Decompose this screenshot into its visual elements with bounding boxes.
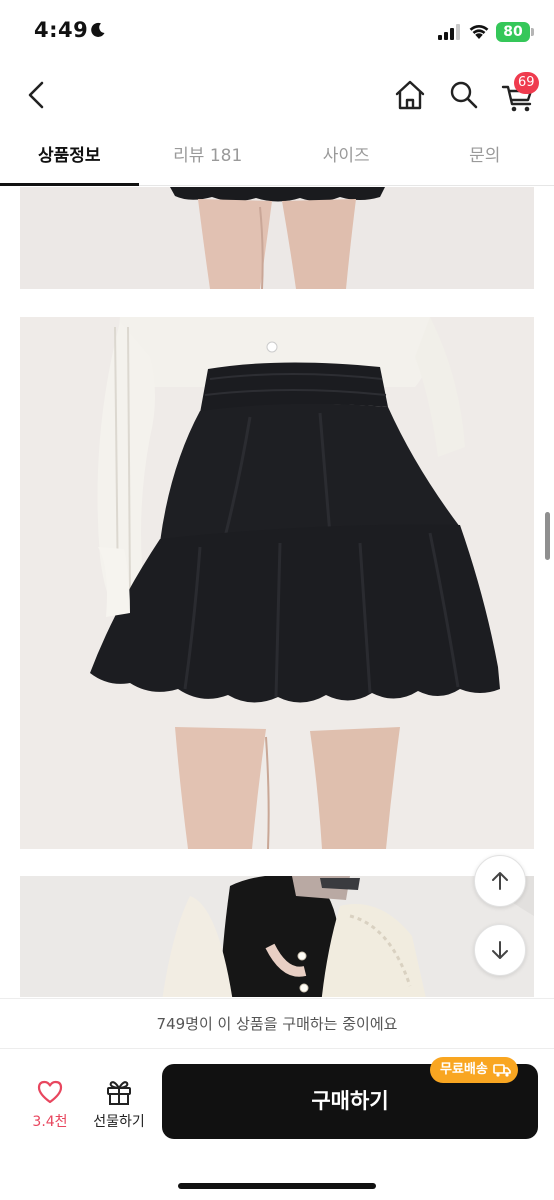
arrow-up-icon xyxy=(492,872,508,890)
status-time: 4:49 xyxy=(34,18,89,42)
battery-indicator: 80 xyxy=(496,22,530,42)
heart-icon xyxy=(37,1080,63,1104)
back-button[interactable] xyxy=(20,76,54,114)
free-shipping-badge: 무료배송 xyxy=(430,1057,518,1083)
tab-product-info[interactable]: 상품정보 xyxy=(0,130,139,186)
gift-label: 선물하기 xyxy=(93,1114,145,1130)
like-button[interactable]: 3.4천 xyxy=(22,1077,78,1137)
purchase-bar: 3.4천 선물하기 구매하기 무료배송 xyxy=(0,1048,554,1200)
tab-size[interactable]: 사이즈 xyxy=(277,130,416,185)
home-icon xyxy=(395,80,425,110)
truck-icon xyxy=(493,1064,511,1077)
product-detail-content xyxy=(0,187,554,997)
tab-inquiry[interactable]: 문의 xyxy=(416,130,554,185)
product-photo xyxy=(20,187,534,289)
battery-cap xyxy=(531,28,534,36)
product-photo xyxy=(20,317,534,849)
cardigan-top-image xyxy=(20,876,534,997)
top-nav xyxy=(0,64,554,128)
skirt-legs-image xyxy=(20,187,534,289)
home-indicator xyxy=(178,1183,376,1189)
signal-icon xyxy=(438,24,460,40)
black-tiered-skirt-image xyxy=(20,317,534,849)
tab-reviews[interactable]: 리뷰 181 xyxy=(139,130,278,185)
product-photo xyxy=(20,876,534,997)
gift-button[interactable]: 선물하기 xyxy=(86,1077,152,1137)
status-bar: 4:49 80 xyxy=(0,0,554,64)
cart-count-badge: 69 xyxy=(514,72,539,94)
arrow-down-icon xyxy=(492,941,508,959)
tab-bar: 상품정보 리뷰 181 사이즈 문의 xyxy=(0,130,554,186)
page-scrollbar[interactable] xyxy=(545,512,550,560)
free-shipping-label: 무료배송 xyxy=(440,1062,488,1077)
scroll-to-bottom-button[interactable] xyxy=(474,924,526,976)
search-icon xyxy=(450,81,478,109)
search-button[interactable] xyxy=(445,76,483,114)
scroll-to-top-button[interactable] xyxy=(474,855,526,907)
buyers-now-notice: 749명이 이 상품을 구매하는 중이에요 xyxy=(0,998,554,1048)
moon-icon xyxy=(91,22,105,37)
like-count: 3.4천 xyxy=(32,1114,68,1130)
gift-icon xyxy=(107,1081,131,1105)
wifi-icon xyxy=(469,24,489,39)
home-button[interactable] xyxy=(390,76,430,114)
chevron-left-icon xyxy=(28,81,44,109)
